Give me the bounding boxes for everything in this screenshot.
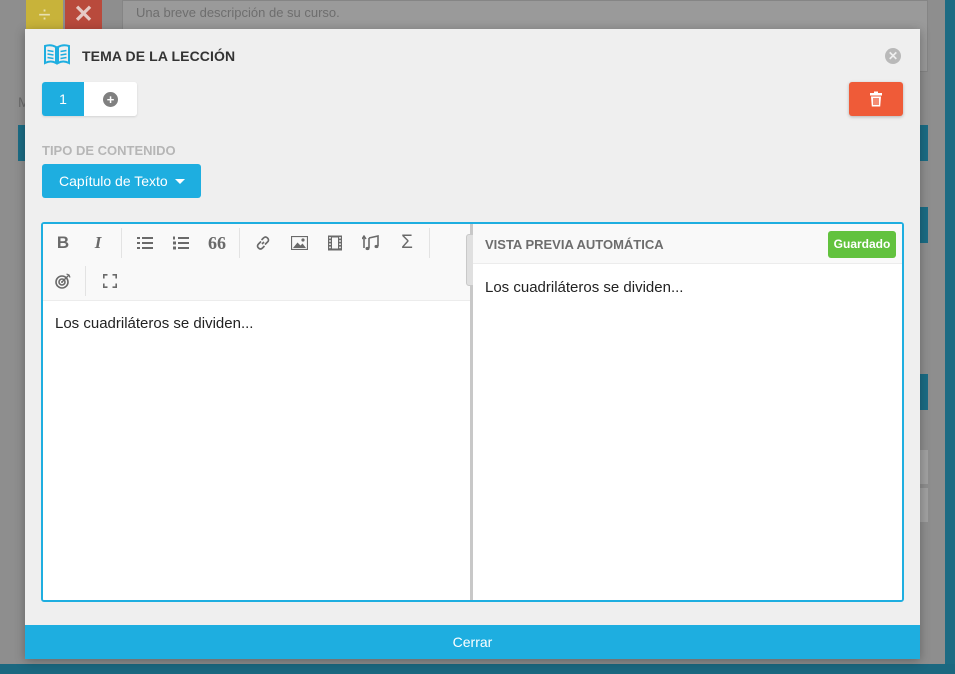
audio-icon[interactable] xyxy=(357,229,385,257)
ordered-list-icon[interactable] xyxy=(167,229,195,257)
lesson-tabs: 1 + xyxy=(42,82,137,116)
link-icon[interactable] xyxy=(249,229,277,257)
lesson-topic-modal: TEMA DE LA LECCIÓN ✕ 1 + TIPO DE CONTENI… xyxy=(25,29,920,659)
editor-textarea[interactable]: Los cuadriláteros se dividen... xyxy=(55,315,253,332)
background-description-placeholder: Una breve descripción de su curso. xyxy=(136,5,340,20)
saved-status-badge: Guardado xyxy=(828,231,896,258)
video-icon[interactable] xyxy=(321,229,349,257)
image-icon[interactable] xyxy=(285,229,313,257)
modal-title: TEMA DE LA LECCIÓN xyxy=(82,48,236,64)
multiply-icon: ✕ xyxy=(65,0,102,30)
modal-header: TEMA DE LA LECCIÓN ✕ xyxy=(25,29,920,79)
divide-icon: ÷ xyxy=(26,0,63,30)
preview-content: Los cuadriláteros se dividen... xyxy=(485,279,684,296)
sigma-icon[interactable]: Σ xyxy=(393,229,421,257)
content-type-label: TIPO DE CONTENIDO xyxy=(42,143,176,158)
markdown-editor: B I 66 Σ Los cuadriláteros se dividen...… xyxy=(41,222,904,602)
unordered-list-icon[interactable] xyxy=(131,229,159,257)
preview-title: VISTA PREVIA AUTOMÁTICA xyxy=(485,237,664,252)
bold-icon[interactable]: B xyxy=(49,229,77,257)
background-block xyxy=(920,450,928,484)
target-icon[interactable] xyxy=(49,267,77,295)
close-button[interactable]: Cerrar xyxy=(25,625,920,659)
delete-button[interactable] xyxy=(849,82,903,116)
background-block xyxy=(920,125,928,161)
tab-lesson-1[interactable]: 1 xyxy=(42,82,84,116)
toolbar-divider xyxy=(429,228,430,258)
editor-pane: B I 66 Σ Los cuadriláteros se dividen... xyxy=(43,224,471,600)
open-book-icon xyxy=(43,43,71,67)
background-block xyxy=(920,374,928,410)
toolbar-divider xyxy=(239,228,240,258)
background-bottom-edge xyxy=(0,664,955,674)
background-block xyxy=(920,207,928,243)
content-type-dropdown[interactable]: Capítulo de Texto xyxy=(42,164,201,198)
fullscreen-icon[interactable] xyxy=(96,267,124,295)
plus-circle-icon: + xyxy=(103,92,118,107)
background-block xyxy=(920,488,928,522)
preview-header: VISTA PREVIA AUTOMÁTICA Guardado xyxy=(473,224,902,264)
toolbar-divider xyxy=(85,266,86,296)
close-icon[interactable]: ✕ xyxy=(885,48,901,64)
italic-icon[interactable]: I xyxy=(84,229,112,257)
background-right-strip xyxy=(945,0,955,674)
quote-icon[interactable]: 66 xyxy=(203,229,231,257)
toolbar-divider xyxy=(121,228,122,258)
editor-toolbar: B I 66 Σ xyxy=(43,224,471,301)
background-logo: ÷ ✕ xyxy=(26,0,102,30)
add-lesson-button[interactable]: + xyxy=(84,82,137,116)
caret-down-icon xyxy=(175,179,185,184)
content-type-selected: Capítulo de Texto xyxy=(59,173,168,189)
preview-pane: VISTA PREVIA AUTOMÁTICA Guardado Los cua… xyxy=(473,224,902,600)
